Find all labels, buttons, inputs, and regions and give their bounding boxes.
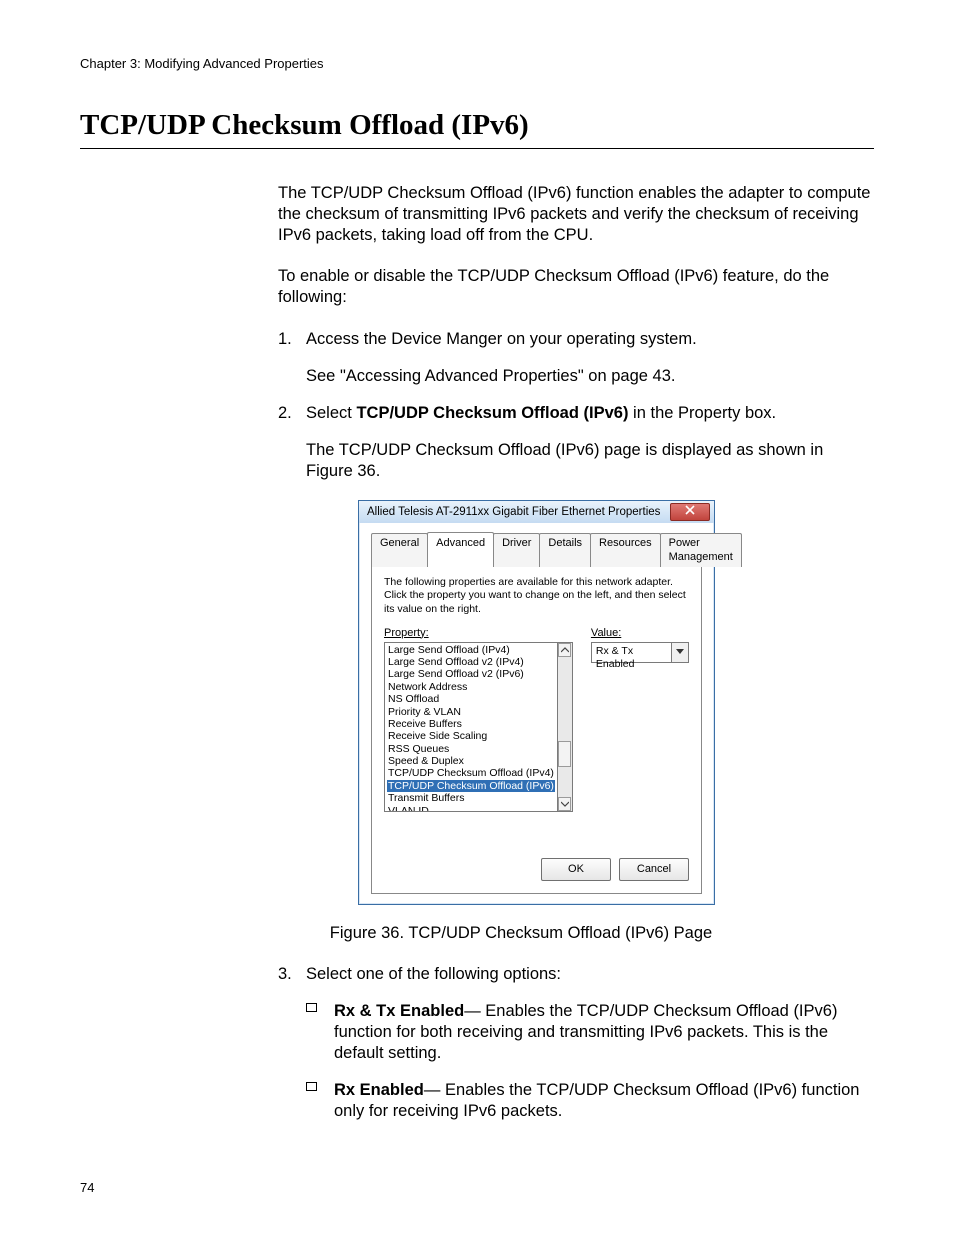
step-text: Select one of the following options: [306,965,561,983]
option-name: Rx Enabled [334,1081,424,1099]
step-number: 3. [278,964,292,985]
step-number: 2. [278,403,292,424]
property-column: Property: Large Send Offload (IPv4)Large… [384,626,573,812]
dropdown-selected-text: Rx & Tx Enabled [592,643,671,662]
bullet-icon [306,1082,317,1091]
chevron-up-icon [561,643,569,657]
option-rx-tx-enabled: Rx & Tx Enabled— Enables the TCP/UDP Che… [278,1001,874,1064]
step-1-sub: See "Accessing Advanced Properties" on p… [306,366,874,387]
property-listbox[interactable]: Large Send Offload (IPv4)Large Send Offl… [384,642,573,812]
step-3: 3. Select one of the following options: [278,964,874,985]
chevron-down-icon [676,645,684,659]
scroll-track[interactable] [558,657,571,797]
tab-panel-advanced: The following properties are available f… [371,565,702,893]
property-label: Property: [384,626,573,640]
tab-driver[interactable]: Driver [493,533,540,567]
value-label: Value: [591,626,689,640]
tab-general[interactable]: General [371,533,428,567]
figure-36: Allied Telesis AT-2911xx Gigabit Fiber E… [358,500,874,905]
list-item[interactable]: RSS Queues [387,743,555,755]
tab-details[interactable]: Details [539,533,591,567]
step-1: 1. Access the Device Manger on your oper… [278,329,874,387]
tab-advanced[interactable]: Advanced [427,532,494,566]
step-text-bold: TCP/UDP Checksum Offload (IPv6) [356,404,628,422]
step-number: 1. [278,329,292,350]
value-column: Value: Rx & Tx Enabled [591,626,689,812]
dialog-columns: Property: Large Send Offload (IPv4)Large… [384,626,689,812]
step-text-prefix: Select [306,404,356,422]
list-item[interactable]: Large Send Offload v2 (IPv6) [387,668,555,680]
list-item[interactable]: Network Address [387,681,555,693]
option-rx-enabled: Rx Enabled— Enables the TCP/UDP Checksum… [278,1080,874,1122]
body-content: The TCP/UDP Checksum Offload (IPv6) func… [278,183,874,1122]
step-2: 2. Select TCP/UDP Checksum Offload (IPv6… [278,403,874,482]
bullet-icon [306,1003,317,1012]
properties-dialog: Allied Telesis AT-2911xx Gigabit Fiber E… [358,500,715,905]
dialog-description: The following properties are available f… [384,576,689,615]
option-name: Rx & Tx Enabled [334,1002,464,1020]
scroll-down-button[interactable] [558,797,571,811]
ok-button[interactable]: OK [541,858,611,881]
list-item[interactable]: Priority & VLAN [387,706,555,718]
dialog-body: GeneralAdvancedDriverDetailsResourcesPow… [359,523,714,904]
scrollbar[interactable] [558,642,573,812]
step-text-suffix: in the Property box. [628,404,776,422]
list-item[interactable]: Receive Buffers [387,718,555,730]
list-item[interactable]: Speed & Duplex [387,755,555,767]
list-item[interactable]: Large Send Offload (IPv4) [387,644,555,656]
dropdown-button[interactable] [671,643,688,662]
list-item[interactable]: VLAN ID [387,805,555,812]
lead-in-paragraph: To enable or disable the TCP/UDP Checksu… [278,266,874,308]
list-item[interactable]: NS Offload [387,693,555,705]
tab-row: GeneralAdvancedDriverDetailsResourcesPow… [371,532,702,566]
list-item[interactable]: Transmit Buffers [387,792,555,804]
dialog-title: Allied Telesis AT-2911xx Gigabit Fiber E… [367,505,660,520]
chapter-header: Chapter 3: Modifying Advanced Properties [80,56,874,71]
tab-power-management[interactable]: Power Management [660,533,742,567]
section-title: TCP/UDP Checksum Offload (IPv6) [80,109,874,149]
scroll-thumb[interactable] [558,741,571,767]
dialog-button-row: OK Cancel [384,858,689,881]
tab-resources[interactable]: Resources [590,533,661,567]
scroll-up-button[interactable] [558,643,571,657]
close-icon [685,505,695,520]
document-page: Chapter 3: Modifying Advanced Properties… [0,0,954,1235]
close-button[interactable] [670,503,710,521]
dialog-titlebar: Allied Telesis AT-2911xx Gigabit Fiber E… [359,501,714,523]
step-2-sub: The TCP/UDP Checksum Offload (IPv6) page… [306,440,874,482]
value-dropdown[interactable]: Rx & Tx Enabled [591,642,689,663]
list-item[interactable]: TCP/UDP Checksum Offload (IPv4) [387,767,555,779]
chevron-down-icon [561,797,569,811]
cancel-button[interactable]: Cancel [619,858,689,881]
step-text: Access the Device Manger on your operati… [306,330,697,348]
figure-caption: Figure 36. TCP/UDP Checksum Offload (IPv… [168,923,874,944]
list-item[interactable]: TCP/UDP Checksum Offload (IPv6) [387,780,555,792]
intro-paragraph: The TCP/UDP Checksum Offload (IPv6) func… [278,183,874,246]
page-number: 74 [80,1180,94,1195]
list-item[interactable]: Receive Side Scaling [387,730,555,742]
list-item[interactable]: Large Send Offload v2 (IPv4) [387,656,555,668]
listbox-content: Large Send Offload (IPv4)Large Send Offl… [384,642,558,812]
